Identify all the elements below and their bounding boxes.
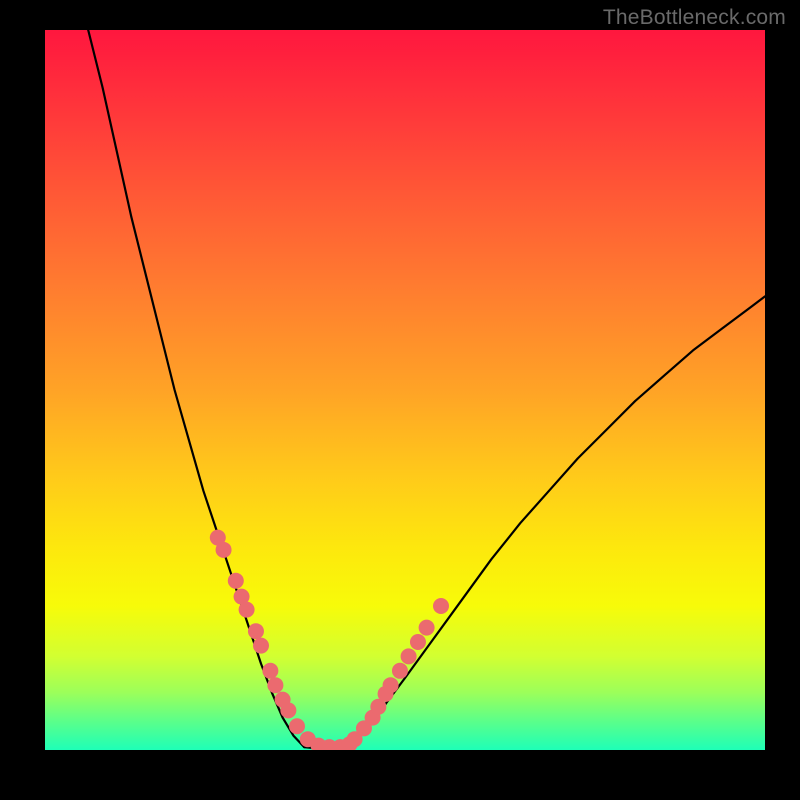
highlight-dot <box>216 542 232 558</box>
highlight-dot <box>410 634 426 650</box>
highlight-dot <box>280 702 296 718</box>
highlight-dot <box>401 648 417 664</box>
highlight-dot-outlier <box>433 598 449 614</box>
highlight-dot <box>239 602 255 618</box>
chart-svg <box>45 30 765 750</box>
curve-right <box>344 296 765 747</box>
highlight-dot <box>383 677 399 693</box>
highlight-dot <box>228 573 244 589</box>
curve-left <box>88 30 304 747</box>
chart-frame: TheBottleneck.com <box>0 0 800 800</box>
highlight-dot <box>419 620 435 636</box>
highlight-dot <box>267 677 283 693</box>
highlight-dot <box>248 623 264 639</box>
highlight-dot <box>253 638 269 654</box>
highlight-dot <box>262 663 278 679</box>
plot-area <box>45 30 765 750</box>
highlight-dot <box>392 663 408 679</box>
highlight-dots-group <box>210 530 449 750</box>
watermark-text: TheBottleneck.com <box>603 6 786 30</box>
highlight-dot <box>289 718 305 734</box>
